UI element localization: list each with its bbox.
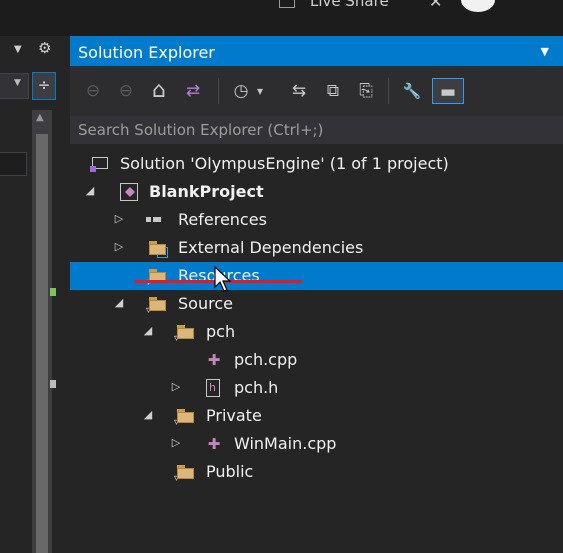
tree-item-source[interactable]: ◢ ▿ Source (70, 290, 563, 318)
editor-pane: ▼ ⚙ ▼ ÷ ▲ (0, 36, 70, 553)
toolbar-separator (218, 78, 219, 104)
expander-icon[interactable]: ▷ (113, 212, 125, 225)
search-placeholder: Search Solution Explorer (Ctrl+;) (78, 121, 324, 139)
mouse-cursor-icon (214, 266, 232, 292)
expander-icon[interactable]: ◢ (84, 184, 96, 197)
split-editor-button[interactable]: ÷ (32, 72, 56, 100)
tree-item-private[interactable]: ◢ ▿ Private (70, 402, 563, 430)
tree-item-label: External Dependencies (178, 238, 364, 257)
tree-item-solution[interactable]: Solution 'OlympusEngine' (1 of 1 project… (70, 150, 563, 178)
home-icon[interactable]: ⌂ (146, 78, 172, 104)
expander-icon[interactable]: ▷ (170, 380, 182, 393)
panel-title: Solution Explorer (78, 43, 215, 62)
wrench-icon[interactable]: 🔧 (398, 78, 426, 104)
tree-item-references[interactable]: ▷ References (70, 206, 563, 234)
sync-icon[interactable]: ⇆ (286, 78, 312, 104)
tree-item-label: Source (178, 294, 233, 313)
editor-line-box (0, 152, 27, 176)
tree-item-project[interactable]: ◢ BlankProject (70, 178, 563, 206)
tree-item-pch-folder[interactable]: ◢ ▿ pch (70, 318, 563, 346)
expander-icon[interactable]: ◢ (113, 296, 125, 309)
tree-item-label: BlankProject (149, 182, 264, 201)
solution-explorer-panel: Solution Explorer ▼ ⊖ ⊖ ⌂ ⇄ ◷ ▾ ⇆ ⧉ ⎘ 🔧 … (70, 36, 563, 553)
toolbar-separator (388, 78, 389, 104)
solution-tree: Solution 'OlympusEngine' (1 of 1 project… (70, 144, 563, 553)
chevron-down-icon[interactable]: ▼ (14, 44, 22, 55)
change-marker (50, 288, 56, 296)
panel-title-bar[interactable]: Solution Explorer ▼ (70, 36, 563, 66)
caret-marker (50, 380, 56, 388)
tree-item-label: References (178, 210, 267, 229)
tree-item-pch-h[interactable]: ▷ pch.h (70, 374, 563, 402)
filter-folder-icon: ▿ (174, 463, 196, 484)
cpp-file-icon: ✚ (207, 351, 221, 369)
expander-icon[interactable]: ▷ (113, 240, 125, 253)
chevron-down-icon[interactable]: ▼ (14, 78, 21, 88)
references-icon (146, 211, 166, 229)
tree-item-label: Private (206, 406, 262, 425)
tree-item-public[interactable]: ▿ Public (70, 458, 563, 486)
tree-item-winmain-cpp[interactable]: ▷ ✚ WinMain.cpp (70, 430, 563, 458)
title-strip: Live Share ✕ (0, 0, 563, 36)
tree-item-label: WinMain.cpp (234, 434, 337, 453)
history-icon[interactable]: ◷ (230, 78, 252, 104)
live-share-icon[interactable] (279, 0, 295, 8)
collapse-all-icon[interactable]: ⧉ (320, 78, 346, 104)
scroll-up-icon[interactable]: ▲ (36, 112, 44, 123)
close-icon[interactable]: ✕ (429, 0, 442, 11)
header-file-icon (206, 379, 220, 397)
tree-item-label: pch.h (234, 378, 279, 397)
expander-icon[interactable]: ◢ (142, 408, 154, 421)
live-share-label[interactable]: Live Share (310, 0, 389, 10)
switch-views-icon[interactable]: ⇄ (178, 78, 208, 104)
tree-item-label: pch (206, 322, 236, 341)
preview-toggle-icon[interactable]: ▬ (432, 78, 464, 104)
tree-item-label: Public (206, 462, 254, 481)
back-icon[interactable]: ⊖ (80, 78, 106, 104)
external-dependencies-icon (148, 239, 168, 258)
search-input[interactable]: Search Solution Explorer (Ctrl+;) (70, 116, 563, 144)
solution-icon (90, 155, 110, 173)
tree-item-label: Solution 'OlympusEngine' (1 of 1 project… (120, 154, 449, 173)
tree-item-label: pch.cpp (234, 350, 298, 369)
show-all-files-icon[interactable]: ⎘ (353, 78, 379, 104)
gear-icon[interactable]: ⚙ (38, 39, 51, 57)
tree-item-pch-cpp[interactable]: ✚ pch.cpp (70, 346, 563, 374)
expander-icon[interactable]: ▷ (170, 436, 182, 449)
chevron-down-icon[interactable]: ▼ (541, 45, 549, 58)
tree-item-resources[interactable]: ▿ Resources (70, 262, 563, 290)
tree-item-external-dependencies[interactable]: ▷ External Dependencies (70, 234, 563, 262)
filter-folder-icon: ▿ (174, 407, 196, 428)
forward-icon[interactable]: ⊖ (113, 78, 139, 104)
filter-folder-icon: ▿ (146, 295, 168, 316)
expander-icon[interactable]: ◢ (142, 324, 154, 337)
chevron-down-icon[interactable]: ▾ (254, 78, 266, 104)
project-icon (120, 183, 138, 201)
cpp-file-icon: ✚ (207, 435, 221, 453)
solution-explorer-toolbar: ⊖ ⊖ ⌂ ⇄ ◷ ▾ ⇆ ⧉ ⎘ 🔧 ▬ (70, 66, 563, 116)
scrollbar-thumb[interactable] (36, 134, 48, 553)
filter-folder-icon: ▿ (174, 323, 196, 344)
avatar[interactable] (461, 0, 495, 12)
